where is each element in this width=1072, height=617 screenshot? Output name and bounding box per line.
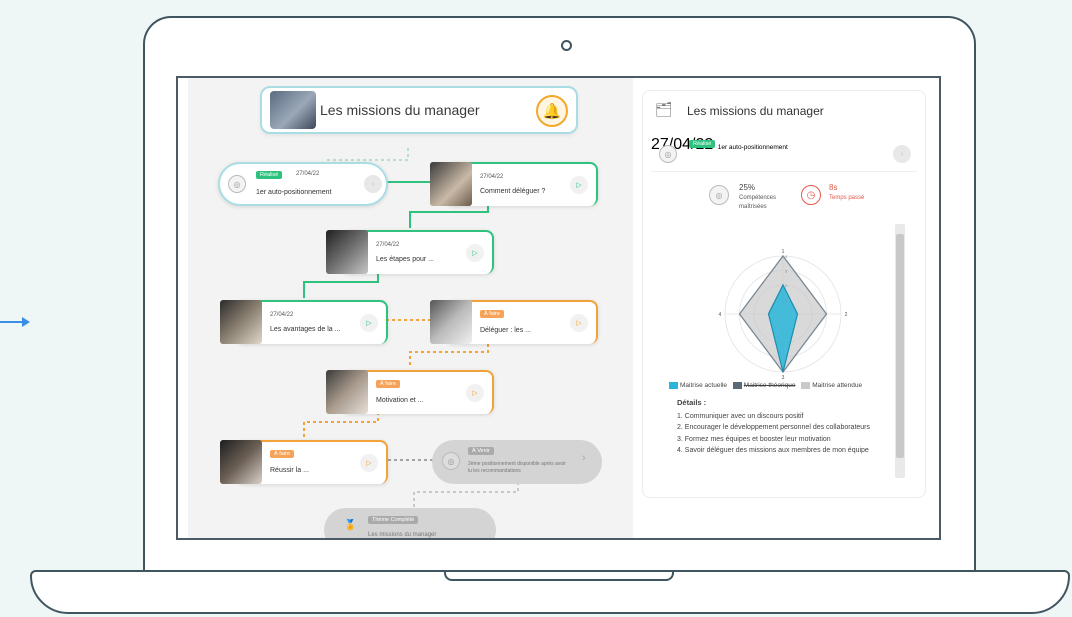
path-title: Les missions du manager — [320, 102, 480, 118]
path-card-theme-complete[interactable]: 🏅 Thème Complété Les missions du manager — [324, 508, 496, 538]
laptop-notch — [444, 571, 674, 581]
radar-chart: 12341234 — [703, 239, 863, 389]
details-item-3: 3. Formez mes équipes et booster leur mo… — [677, 435, 831, 443]
card-date: 27/04/22 — [270, 312, 294, 318]
lesson-photo — [430, 300, 472, 344]
lesson-photo — [326, 230, 368, 274]
lesson-photo — [220, 440, 262, 484]
chevron-right-icon[interactable]: › — [893, 145, 911, 163]
clock-icon: ◷ — [801, 185, 821, 205]
target-icon: ◎ — [659, 145, 677, 163]
card-date: 27/04/22 — [296, 171, 320, 177]
legend-current: Maitrise actuelle — [680, 382, 727, 390]
card-title: Déléguer : les ... — [480, 327, 531, 334]
status-badge: Thème Complété — [368, 516, 419, 524]
app-screen: Les missions du manager 🔔 ◎ Réalisé 27/0… — [176, 76, 941, 540]
status-badge: À faire — [270, 450, 294, 458]
play-icon[interactable]: ▷ — [570, 176, 588, 194]
lesson-photo — [430, 162, 472, 206]
card-title: Les avantages de la ... — [270, 326, 341, 333]
play-icon[interactable]: ▷ — [360, 314, 378, 332]
radar-axis-label: 2 — [845, 312, 848, 318]
detail-panel: 🗂 Les missions du manager ◎ Réalisé 27/0… — [642, 90, 926, 498]
card-title: Les missions du manager — [368, 532, 437, 538]
details-list: Détails : 1. Communiquer avec un discour… — [677, 397, 892, 487]
path-card-les-avantages[interactable]: 27/04/22 Les avantages de la ... ▷ — [220, 300, 388, 344]
chevron-right-icon[interactable]: › — [582, 452, 586, 464]
competences-label: Compétences — [739, 195, 777, 201]
path-card-comment-deleguer[interactable]: 27/04/22 Comment déléguer ? ▷ — [430, 162, 598, 206]
play-icon[interactable]: ▷ — [360, 454, 378, 472]
lesson-photo — [326, 370, 368, 414]
card-title: Comment déléguer ? — [480, 188, 546, 195]
path-card-motivation[interactable]: À faire Motivation et ... ▷ — [326, 370, 494, 414]
legend-swatch-expected — [801, 382, 811, 389]
camera-icon — [561, 40, 572, 51]
details-item-1: 1. Communiquer avec un discours positif — [677, 412, 804, 420]
card-title: 1er auto-positionnement — [256, 189, 332, 196]
card-date: 27/04/22 — [376, 242, 400, 248]
path-card-deleguer-les[interactable]: À faire Déléguer : les ... ▷ — [430, 300, 598, 344]
bell-icon[interactable]: 🔔 — [536, 95, 568, 127]
card-title: 2ème positionnement disponible après avo… — [468, 461, 566, 474]
target-icon: ◎ — [709, 185, 729, 205]
status-badge: À Venir — [468, 447, 494, 455]
status-badge: À faire — [480, 310, 504, 318]
detail-header: 🗂 Les missions du manager — [643, 91, 925, 131]
competences-value: 25% — [739, 183, 756, 192]
card-title: 1er auto-positionnement — [717, 144, 788, 151]
path-card-auto-positionnement[interactable]: ◎ Réalisé 27/04/22 1er auto-positionneme… — [218, 162, 388, 206]
play-icon[interactable]: ▷ — [570, 314, 588, 332]
card-date: 27/04/22 — [480, 174, 504, 180]
radar-svg: 12341234 — [719, 249, 848, 381]
scrollbar[interactable] — [895, 224, 905, 478]
radar-axis-label: 3 — [782, 375, 785, 381]
details-item-4: 4. Savoir déléguer des missions aux memb… — [677, 447, 869, 454]
status-badge: À faire — [376, 380, 400, 388]
competences-label-2: maîtrisées — [739, 204, 767, 210]
legend-swatch-theoretical — [732, 382, 742, 389]
stats-row: ◎ 25% Compétences maîtrisées ◷ 8s Temps … — [709, 181, 889, 221]
target-icon: ◎ — [228, 175, 246, 193]
path-title-card[interactable]: Les missions du manager 🔔 — [260, 86, 578, 134]
path-card-second-positionnement[interactable]: ◎ À Venir 2ème positionnement disponible… — [432, 440, 602, 484]
time-value: 8s — [829, 183, 838, 192]
details-title: Détails : — [677, 398, 707, 407]
detail-title: Les missions du manager — [687, 104, 824, 118]
chart-legend: Maitrise actuelle Maitrise théorique Mai… — [669, 382, 909, 394]
card-title: Motivation et ... — [376, 397, 424, 404]
card-title: Réussir la ... — [270, 467, 309, 474]
status-badge: Réalisé — [689, 140, 716, 148]
lesson-photo — [220, 300, 262, 344]
legend-expected: Maitrise attendue — [812, 382, 863, 390]
legend-theoretical: Maitrise théorique — [743, 382, 796, 390]
target-icon: ◎ — [442, 452, 460, 470]
play-icon[interactable]: ▷ — [466, 244, 484, 262]
status-badge: Réalisé — [256, 171, 283, 179]
time-label: Temps passé — [829, 195, 865, 201]
detail-card[interactable]: ◎ Réalisé 27/04/22 1er auto-positionneme… — [651, 136, 917, 172]
medal-icon: 🏅 — [344, 520, 357, 531]
chevron-right-icon[interactable]: › — [364, 175, 382, 193]
learning-path-panel[interactable]: Les missions du manager 🔔 ◎ Réalisé 27/0… — [188, 78, 633, 538]
laptop-base — [30, 570, 1070, 614]
legend-swatch-current — [669, 382, 678, 389]
path-card-reussir[interactable]: À faire Réussir la ... ▷ — [220, 440, 388, 484]
path-card-les-etapes[interactable]: 27/04/22 Les étapes pour ... ▷ — [326, 230, 494, 274]
card-title: Les étapes pour ... — [376, 256, 434, 263]
details-item-2: 2. Encourager le développement personnel… — [677, 424, 871, 431]
scrollbar-thumb[interactable] — [896, 234, 904, 458]
manager-photo — [270, 91, 316, 129]
radar-axis-label: 4 — [719, 312, 722, 318]
arrow-right-icon — [0, 317, 30, 327]
play-icon[interactable]: ▷ — [466, 384, 484, 402]
folder-icon: 🗂 — [655, 101, 673, 117]
